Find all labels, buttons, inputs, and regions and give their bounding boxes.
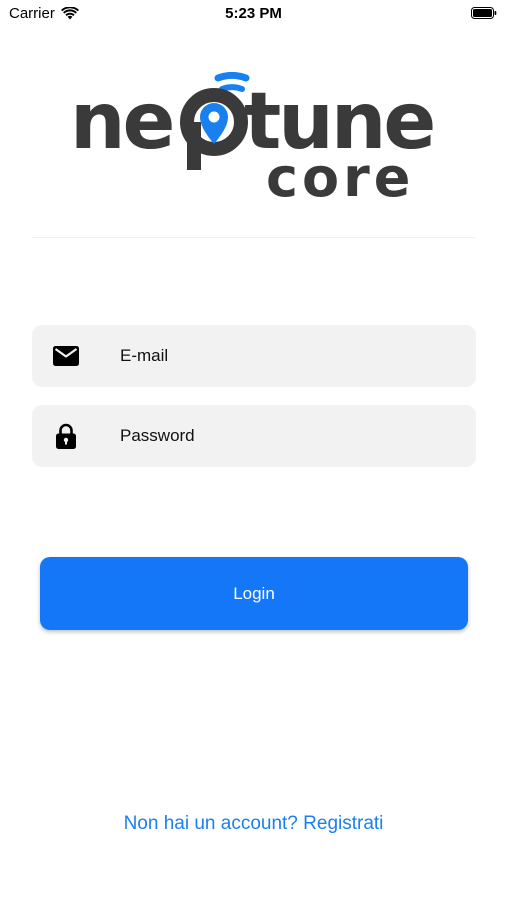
- status-bar: Carrier 5:23 PM: [0, 0, 507, 28]
- register-link[interactable]: Non hai un account? Registrati: [0, 813, 507, 835]
- mail-icon: [53, 344, 79, 368]
- lock-icon: [53, 423, 79, 449]
- battery-icon: [471, 7, 497, 19]
- location-pin-icon: [180, 72, 250, 170]
- password-field[interactable]: [32, 405, 476, 467]
- logo-text-ne: ne: [70, 77, 173, 167]
- email-input[interactable]: [120, 325, 460, 387]
- login-button[interactable]: Login: [40, 557, 468, 630]
- email-field[interactable]: [32, 325, 476, 387]
- password-input[interactable]: [120, 405, 460, 467]
- neptune-core-logo: ne tune core: [70, 72, 436, 202]
- header-divider: [32, 237, 475, 238]
- status-time: 5:23 PM: [225, 5, 282, 22]
- logo-text-core: core: [266, 146, 414, 202]
